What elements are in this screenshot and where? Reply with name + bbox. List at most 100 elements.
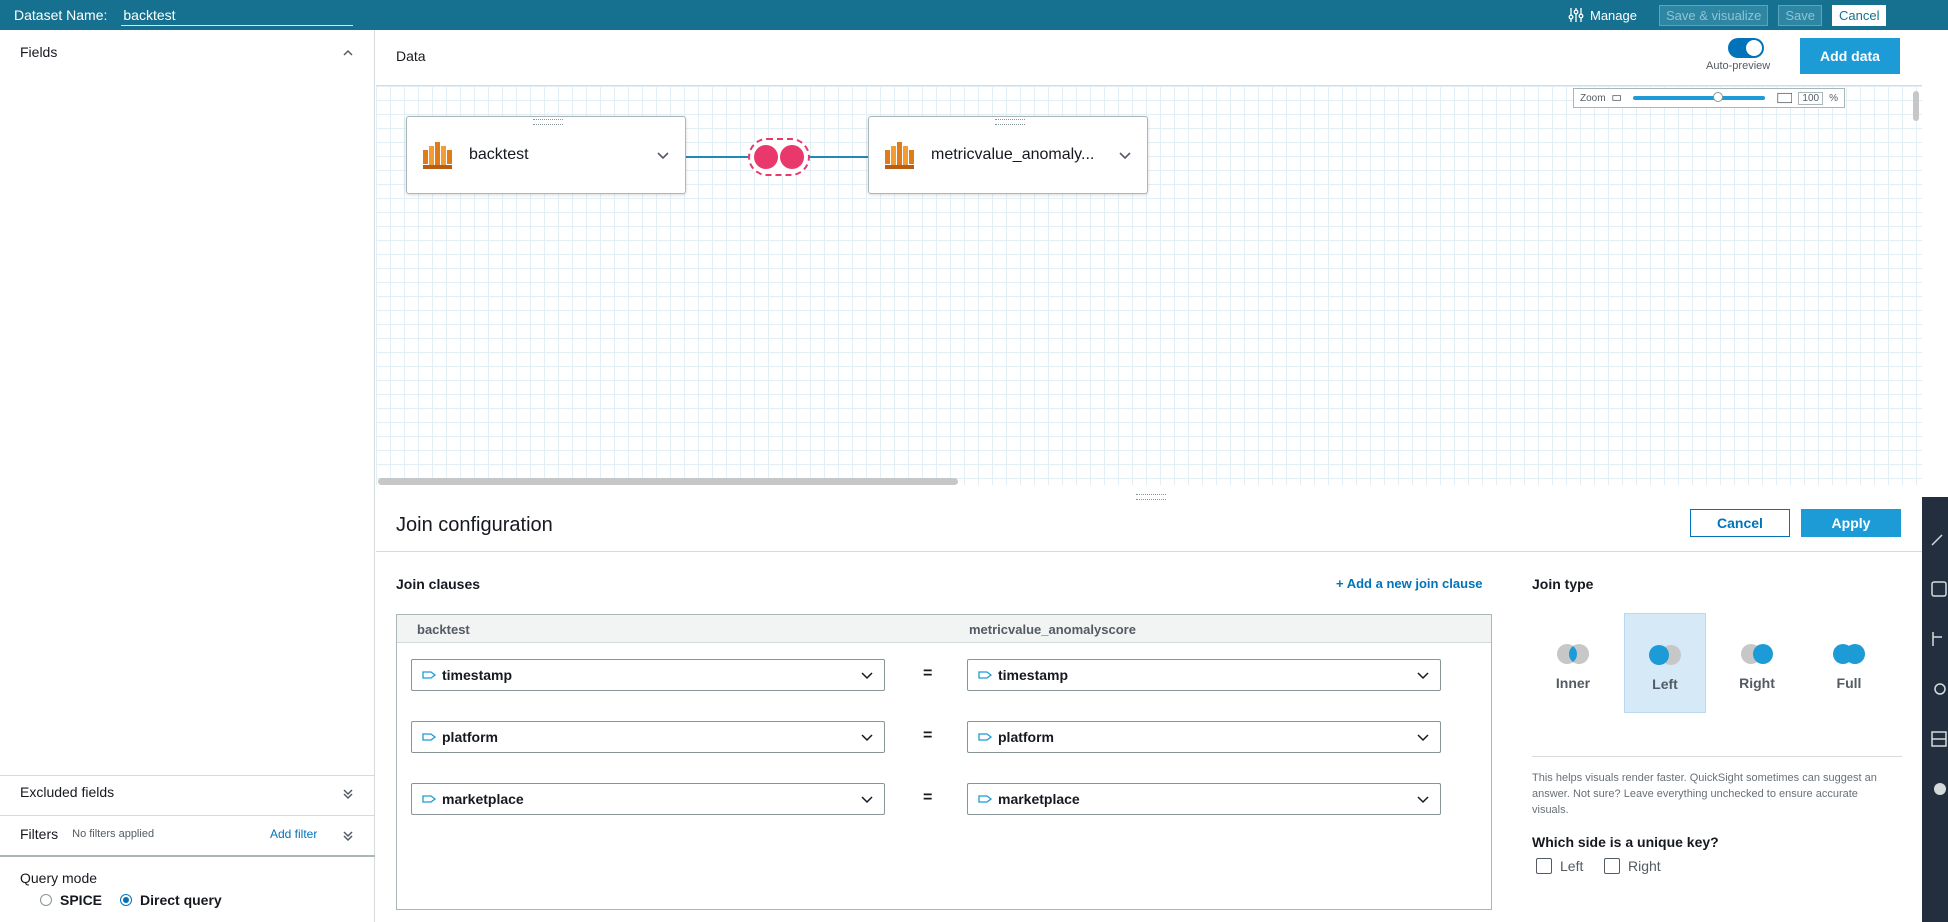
hierarchy-icon[interactable] — [1928, 629, 1948, 649]
chevron-down-icon[interactable] — [655, 147, 671, 163]
chevron-down-icon — [861, 734, 873, 742]
right-field-select[interactable]: timestamp — [967, 659, 1441, 691]
manage-label: Manage — [1590, 7, 1637, 23]
divider — [376, 551, 1922, 552]
join-circle-left — [754, 145, 778, 169]
left-field-select[interactable]: platform — [411, 721, 885, 753]
join-circle-right — [780, 145, 804, 169]
athena-icon — [423, 142, 452, 169]
zoom-in-icon[interactable] — [1777, 91, 1793, 105]
zoom-percent[interactable]: 100 — [1798, 91, 1824, 105]
right-field-select[interactable]: marketplace — [967, 783, 1441, 815]
join-type-title: Join type — [1532, 576, 1594, 592]
radio-spice[interactable] — [40, 894, 52, 906]
chevron-down-double-icon[interactable] — [342, 830, 354, 842]
filters-row: Filters No filters applied — [20, 826, 154, 842]
left-field-value: platform — [442, 729, 498, 745]
save-button[interactable]: Save — [1778, 4, 1823, 26]
radio-direct-query-label: Direct query — [140, 892, 222, 908]
chevron-down-icon — [861, 796, 873, 804]
data-title: Data — [396, 48, 426, 64]
add-join-clause-link[interactable]: + Add a new join clause — [1336, 576, 1483, 591]
join-type-label: Inner — [1555, 675, 1591, 691]
radio-spice-label: SPICE — [60, 892, 103, 908]
join-badge-left[interactable] — [748, 138, 810, 176]
zoom-label: Zoom — [1580, 92, 1606, 104]
chevron-down-icon — [861, 672, 873, 680]
athena-icon — [885, 142, 914, 169]
cancel-button[interactable]: Cancel — [1832, 4, 1887, 26]
checkbox-right-label: Right — [1628, 858, 1661, 874]
drag-handle[interactable] — [533, 119, 563, 125]
query-mode-spice[interactable]: SPICE — [40, 892, 102, 908]
zoom-out-icon[interactable] — [1611, 93, 1621, 103]
drag-handle[interactable] — [995, 119, 1025, 125]
divider — [0, 775, 375, 776]
join-type-full[interactable]: Full — [1808, 613, 1890, 713]
checkbox-left-label: Left — [1560, 858, 1584, 874]
join-cancel-button[interactable]: Cancel — [1690, 509, 1790, 537]
divider — [0, 815, 375, 816]
panel-resize-handle[interactable] — [1136, 494, 1166, 500]
left-panel: Fields Excluded fields Filters No filter… — [0, 30, 375, 922]
checkbox-right[interactable] — [1604, 858, 1620, 874]
save-and-visualize-button[interactable]: Save & visualize — [1658, 4, 1769, 26]
right-table-header: metricvalue_anomalyscore — [969, 622, 1136, 637]
radio-direct-query[interactable] — [120, 894, 132, 906]
right-side-toolbar — [1922, 497, 1948, 922]
dataset-node-backtest[interactable]: backtest — [406, 116, 686, 194]
auto-preview-toggle[interactable] — [1728, 38, 1764, 58]
horizontal-scrollbar[interactable] — [378, 478, 958, 485]
inner-join-icon — [1557, 644, 1589, 664]
unique-key-right[interactable]: Right — [1604, 858, 1661, 874]
zoom-slider[interactable] — [1632, 92, 1765, 102]
right-field-select[interactable]: platform — [967, 721, 1441, 753]
query-mode-direct[interactable]: Direct query — [120, 892, 222, 908]
unique-key-left[interactable]: Left — [1536, 858, 1583, 874]
add-data-button[interactable]: Add data — [1800, 38, 1900, 74]
right-field-value: timestamp — [998, 667, 1069, 683]
dataset-name-input[interactable] — [121, 4, 354, 26]
bug-icon[interactable] — [1928, 679, 1948, 699]
join-type-label: Full — [1836, 675, 1862, 691]
divider — [0, 855, 375, 857]
chevron-down-icon[interactable] — [1117, 147, 1133, 163]
join-type-right[interactable]: Right — [1716, 613, 1798, 713]
dimension-tag-icon — [422, 733, 436, 741]
checkbox-left[interactable] — [1536, 858, 1552, 874]
join-canvas[interactable]: Zoom 100 % backtest metricvalue_anomaly.… — [376, 85, 1922, 485]
panel-icon[interactable] — [1928, 579, 1948, 599]
chevron-down-icon — [1417, 672, 1429, 680]
dataset-node-label: metricvalue_anomaly... — [931, 146, 1095, 163]
dataset-node-metricvalue[interactable]: metricvalue_anomaly... — [868, 116, 1148, 194]
join-type-inner[interactable]: Inner — [1532, 613, 1614, 713]
join-type-label: Left — [1652, 676, 1678, 692]
query-mode-title: Query mode — [20, 870, 98, 886]
dimension-tag-icon — [978, 733, 992, 741]
manage-button[interactable]: Manage — [1568, 7, 1637, 23]
chevron-down-double-icon[interactable] — [342, 788, 354, 800]
join-type-label: Right — [1739, 675, 1775, 691]
join-type-left[interactable]: Left — [1624, 613, 1706, 713]
join-apply-button[interactable]: Apply — [1801, 509, 1901, 537]
layout-icon[interactable] — [1928, 729, 1948, 749]
left-field-value: marketplace — [442, 791, 524, 807]
edit-icon[interactable] — [1928, 529, 1948, 549]
left-field-select[interactable]: marketplace — [411, 783, 885, 815]
auto-preview-label: Auto-preview — [1706, 60, 1771, 72]
chevron-up-icon[interactable] — [342, 47, 354, 59]
excluded-fields-title[interactable]: Excluded fields — [20, 784, 114, 800]
dataset-node-label: backtest — [469, 146, 529, 163]
plugin-icon[interactable] — [1928, 779, 1948, 799]
add-filter-link[interactable]: Add filter — [270, 827, 317, 841]
left-field-select[interactable]: timestamp — [411, 659, 885, 691]
filters-status: No filters applied — [72, 828, 155, 840]
top-bar: Dataset Name: Manage Save & visualize Sa… — [0, 0, 1948, 30]
join-clauses-header: backtest metricvalue_anomalyscore — [397, 615, 1491, 643]
join-configuration-title: Join configuration — [396, 514, 553, 536]
zoom-slider-handle[interactable] — [1712, 92, 1723, 102]
sliders-icon — [1568, 8, 1584, 22]
zoom-control: Zoom 100 % — [1573, 88, 1845, 108]
left-join-icon — [1649, 645, 1681, 665]
vertical-scrollbar[interactable] — [1913, 91, 1919, 121]
